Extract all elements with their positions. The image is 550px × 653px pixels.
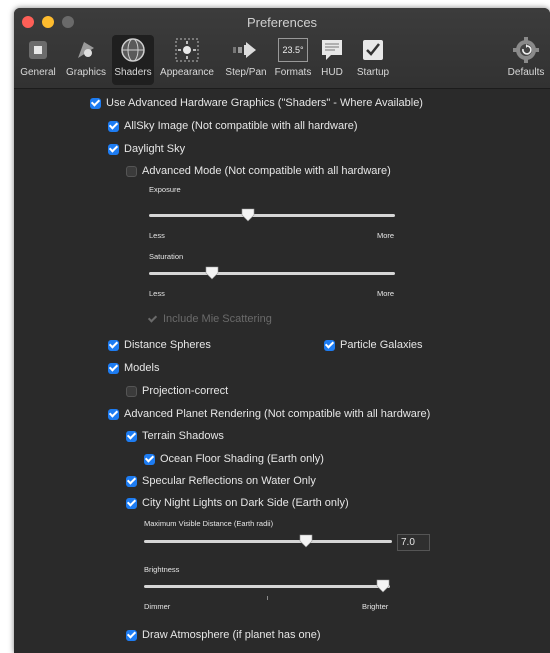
terrain-shadows-checkbox-row[interactable]: Terrain Shadows xyxy=(126,428,224,444)
models-label: Models xyxy=(124,362,160,374)
particle-galaxies-checkbox-row[interactable]: Particle Galaxies xyxy=(324,337,423,353)
terrain-shadows-checkbox[interactable] xyxy=(126,430,137,442)
city-lights-checkbox-row[interactable]: City Night Lights on Dark Side (Earth on… xyxy=(126,495,349,511)
ocean-floor-checkbox[interactable] xyxy=(144,453,155,465)
brightness-slider-track[interactable] xyxy=(144,585,390,588)
shaders-panel: Use Advanced Hardware Graphics ("Shaders… xyxy=(14,89,550,653)
exposure-max-label: More xyxy=(377,231,395,240)
planet-rendering-checkbox-row[interactable]: Advanced Planet Rendering (Not compatibl… xyxy=(108,406,430,422)
brightness-max-label: Brighter xyxy=(362,602,389,611)
saturation-slider-thumb[interactable] xyxy=(205,266,219,280)
projection-correct-checkbox-row[interactable]: Projection-correct xyxy=(126,383,228,399)
tab-step-pan-label: Step/Pan xyxy=(225,67,267,78)
city-lights-label: City Night Lights on Dark Side (Earth on… xyxy=(142,497,349,509)
atmosphere-checkbox[interactable] xyxy=(126,629,137,641)
tab-step-pan[interactable]: Step/Pan xyxy=(220,35,272,78)
brightness-label: Brightness xyxy=(144,565,180,574)
tab-shaders[interactable]: Shaders xyxy=(112,35,154,85)
advanced-mode-label: Advanced Mode (Not compatible with all h… xyxy=(142,165,391,177)
exposure-label: Exposure xyxy=(149,185,181,194)
defaults-label: Defaults xyxy=(507,67,545,78)
formats-icon: 23.5° xyxy=(278,35,308,65)
terrain-shadows-label: Terrain Shadows xyxy=(142,430,224,442)
models-checkbox[interactable] xyxy=(108,362,119,374)
ocean-floor-checkbox-row[interactable]: Ocean Floor Shading (Earth only) xyxy=(144,451,324,467)
tab-formats-label: Formats xyxy=(274,67,312,78)
preferences-window: Preferences General Graphics Shaders App… xyxy=(14,8,550,653)
daylight-label: Daylight Sky xyxy=(124,143,186,155)
allsky-checkbox-row[interactable]: AllSky Image (Not compatible with all ha… xyxy=(108,118,358,134)
saturation-slider-track[interactable] xyxy=(149,272,395,275)
defaults-button[interactable]: Defaults xyxy=(504,35,548,78)
exposure-min-label: Less xyxy=(149,231,165,240)
mie-label: Include Mie Scattering xyxy=(163,313,272,325)
advanced-mode-checkbox[interactable] xyxy=(126,165,137,177)
use-advanced-checkbox-row[interactable]: Use Advanced Hardware Graphics ("Shaders… xyxy=(90,95,423,111)
tab-graphics-label: Graphics xyxy=(65,67,106,78)
allsky-label: AllSky Image (Not compatible with all ha… xyxy=(124,120,358,132)
atmosphere-checkbox-row[interactable]: Draw Atmosphere (if planet has one) xyxy=(126,627,321,643)
specular-checkbox-row[interactable]: Specular Reflections on Water Only xyxy=(126,473,316,489)
daylight-checkbox-row[interactable]: Daylight Sky xyxy=(108,141,185,157)
defaults-gear-icon xyxy=(511,35,541,65)
distance-spheres-checkbox-row[interactable]: Distance Spheres xyxy=(108,337,211,353)
distance-spheres-checkbox[interactable] xyxy=(108,339,119,351)
ocean-floor-label: Ocean Floor Shading (Earth only) xyxy=(160,453,324,465)
saturation-label: Saturation xyxy=(149,252,184,261)
specular-checkbox[interactable] xyxy=(126,475,137,487)
exposure-slider-thumb[interactable] xyxy=(241,208,255,222)
tab-appearance[interactable]: Appearance xyxy=(157,35,217,78)
exposure-slider-track[interactable] xyxy=(149,214,395,217)
tab-hud-label: HUD xyxy=(321,67,343,78)
graphics-icon xyxy=(71,35,101,65)
allsky-checkbox[interactable] xyxy=(108,120,119,132)
particle-galaxies-label: Particle Galaxies xyxy=(340,339,423,351)
toolbar: General Graphics Shaders Appearance Step… xyxy=(14,35,550,87)
formats-icon-text: 23.5° xyxy=(278,38,308,62)
title-bar: Preferences General Graphics Shaders App… xyxy=(14,8,550,89)
tab-formats[interactable]: 23.5° Formats xyxy=(274,35,312,78)
particle-galaxies-checkbox[interactable] xyxy=(324,339,335,351)
max-distance-label: Maximum Visible Distance (Earth radii) xyxy=(144,519,274,528)
projection-correct-checkbox[interactable] xyxy=(126,385,137,397)
window-title: Preferences xyxy=(246,15,318,30)
planet-rendering-checkbox[interactable] xyxy=(108,408,119,420)
startup-icon xyxy=(358,35,388,65)
max-distance-value-field[interactable]: 7.0 xyxy=(397,534,430,551)
saturation-max-label: More xyxy=(377,289,395,298)
brightness-min-label: Dimmer xyxy=(144,602,171,611)
distance-spheres-label: Distance Spheres xyxy=(124,339,211,351)
daylight-checkbox[interactable] xyxy=(108,143,119,155)
atmosphere-label: Draw Atmosphere (if planet has one) xyxy=(142,629,321,641)
mie-checkbox-row: Include Mie Scattering xyxy=(147,311,272,327)
use-advanced-label: Use Advanced Hardware Graphics ("Shaders… xyxy=(106,97,423,109)
use-advanced-checkbox[interactable] xyxy=(90,97,101,109)
tab-appearance-label: Appearance xyxy=(160,67,214,78)
appearance-icon xyxy=(172,35,202,65)
planet-rendering-label: Advanced Planet Rendering (Not compatibl… xyxy=(124,408,431,420)
tab-startup-label: Startup xyxy=(356,67,390,78)
tab-hud[interactable]: HUD xyxy=(315,35,349,78)
city-lights-checkbox[interactable] xyxy=(126,497,137,509)
shaders-icon xyxy=(118,35,148,65)
projection-correct-label: Projection-correct xyxy=(142,385,229,397)
tab-general[interactable]: General xyxy=(16,35,60,78)
brightness-slider-thumb[interactable] xyxy=(376,579,390,593)
saturation-min-label: Less xyxy=(149,289,165,298)
advanced-mode-checkbox-row[interactable]: Advanced Mode (Not compatible with all h… xyxy=(126,163,391,179)
general-icon xyxy=(23,35,53,65)
brightness-tick xyxy=(267,596,268,600)
models-checkbox-row[interactable]: Models xyxy=(108,360,159,376)
max-distance-slider-thumb[interactable] xyxy=(299,534,313,548)
tab-general-label: General xyxy=(20,67,56,78)
step-pan-icon xyxy=(231,35,261,65)
hud-icon xyxy=(317,35,347,65)
mie-checkbox xyxy=(147,314,158,325)
tab-startup[interactable]: Startup xyxy=(351,35,395,78)
tab-graphics[interactable]: Graphics xyxy=(63,35,109,78)
specular-label: Specular Reflections on Water Only xyxy=(142,475,316,487)
max-distance-slider-track[interactable] xyxy=(144,540,392,543)
tab-shaders-label: Shaders xyxy=(114,67,152,78)
